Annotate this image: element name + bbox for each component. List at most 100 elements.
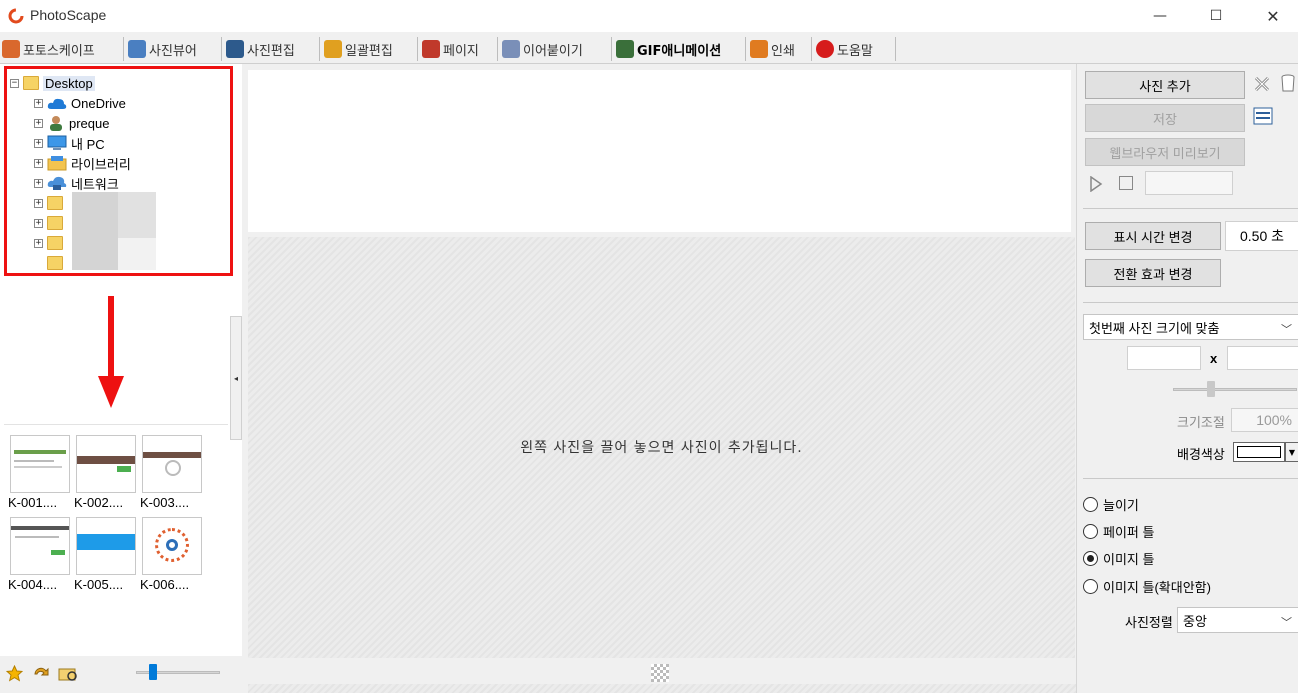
align-select[interactable]: 중앙 ﹀ [1177, 607, 1298, 633]
transparency-icon[interactable] [651, 664, 669, 682]
batch-icon [324, 40, 342, 58]
size-separator: x [1210, 351, 1218, 366]
drop-hint: 왼쪽 사진을 끌어 놓으면 사진이 추가됩니다. [520, 440, 803, 456]
expand-icon[interactable]: + [34, 218, 43, 228]
page-icon [422, 40, 440, 58]
thumbnail-size-slider-thumb[interactable] [149, 664, 157, 680]
change-display-time-button[interactable]: 표시 시간 변경 [1085, 222, 1221, 250]
expand-icon[interactable]: + [34, 178, 43, 188]
tree-item-onedrive[interactable]: + OneDrive [34, 94, 126, 112]
resize-slider[interactable] [1173, 388, 1297, 391]
resize-slider-thumb[interactable] [1207, 381, 1215, 397]
folder-tree[interactable]: − Desktop + OneDrive + preque + 내 PC + 라… [4, 68, 232, 278]
collapse-icon[interactable]: − [10, 78, 19, 88]
radio-image-frame-no-zoom[interactable]: 이미지 틀(확대안함) [1083, 577, 1211, 596]
tree-item-folder[interactable]: + [34, 214, 63, 232]
expand-icon[interactable]: + [34, 138, 43, 148]
photoscape-logo-icon [8, 8, 24, 24]
gif-icon [616, 40, 634, 58]
browser-preview-button[interactable]: 웹브라우저 미리보기 [1085, 138, 1245, 166]
thumbnail[interactable] [142, 517, 202, 575]
thumbnail-label: K-002.... [74, 495, 124, 510]
close-button[interactable]: ✕ [1250, 0, 1296, 32]
folder-open-icon[interactable] [58, 665, 78, 683]
tab-help[interactable]: 도움말 [814, 37, 896, 61]
computer-icon [47, 135, 67, 150]
right-panel: 사진 추가 저장 웹브라우저 미리보기 표시 시간 변경 0.50 초 전환 효… [1076, 64, 1298, 693]
tab-print[interactable]: 인쇄 [748, 37, 812, 61]
pane-collapse-handle[interactable]: ◂ [230, 316, 242, 440]
tree-item-folder[interactable]: + [34, 234, 63, 252]
tab-batch[interactable]: 일괄편집 [322, 37, 418, 61]
film-icon[interactable] [1253, 107, 1273, 125]
minimize-button[interactable]: — [1137, 0, 1183, 32]
save-button[interactable]: 저장 [1085, 104, 1245, 132]
tree-item-folder[interactable]: + [34, 194, 63, 212]
thumbnail[interactable] [76, 517, 136, 575]
tab-page[interactable]: 페이지 [420, 37, 498, 61]
viewer-icon [128, 40, 146, 58]
thumbnail[interactable] [10, 435, 70, 493]
window-title: PhotoScape [30, 7, 107, 23]
star-icon[interactable] [6, 665, 23, 682]
title-bar: PhotoScape — ☐ ✕ [0, 0, 1298, 32]
width-field[interactable] [1127, 346, 1201, 370]
trash-icon[interactable] [1279, 73, 1297, 93]
height-field[interactable] [1227, 346, 1298, 370]
expand-icon[interactable]: + [34, 158, 43, 168]
radio-image-frame[interactable]: 이미지 틀 [1083, 549, 1154, 568]
network-icon [47, 176, 67, 190]
display-time-field[interactable]: 0.50 초 [1225, 221, 1298, 251]
radio-paper-frame[interactable]: 페이퍼 틀 [1083, 522, 1154, 541]
user-icon [50, 116, 62, 131]
size-mode-select[interactable]: 첫번째 사진 크기에 맞춤 ﹀ [1083, 314, 1298, 340]
tab-editor[interactable]: 사진편집 [224, 37, 320, 61]
bg-color-swatch[interactable] [1233, 442, 1285, 462]
tree-item-library[interactable]: + 라이브러리 [34, 154, 131, 172]
tree-item-desktop[interactable]: − Desktop [10, 74, 95, 92]
folder-icon [47, 256, 63, 270]
radio-stretch[interactable]: 늘이기 [1083, 495, 1139, 514]
thumbnail[interactable] [76, 435, 136, 493]
cloud-icon [47, 98, 67, 109]
thumbnail-list[interactable]: K-001.... K-002.... K-003.... K-004.... … [4, 424, 228, 604]
tab-combine[interactable]: 이어붙이기 [500, 37, 612, 61]
chevron-down-icon: ﹀ [1281, 324, 1292, 336]
tab-gif[interactable]: GIF애니메이션 [614, 37, 746, 61]
thumbnail-label: K-001.... [8, 495, 58, 510]
tab-viewer[interactable]: 사진뷰어 [126, 37, 222, 61]
bg-color-label: 배경색상 [1177, 447, 1225, 462]
tree-item-folder[interactable] [34, 254, 63, 272]
bg-color-dropdown[interactable]: ▼ [1285, 442, 1298, 462]
thumbnail[interactable] [142, 435, 202, 493]
tree-item-network[interactable]: + 네트워크 [34, 174, 119, 192]
change-transition-button[interactable]: 전환 효과 변경 [1085, 259, 1221, 287]
left-pane: − Desktop + OneDrive + preque + 내 PC + 라… [0, 64, 242, 693]
expand-icon[interactable]: + [34, 118, 43, 128]
main-tabs: 포토스케이프 사진뷰어 사진편집 일괄편집 페이지 이어붙이기 GIF애니메이션… [0, 34, 1298, 64]
thumbnail-label: K-006.... [140, 577, 190, 592]
library-icon [47, 156, 67, 171]
expand-icon[interactable]: + [34, 198, 43, 208]
resize-label: 크기조절 [1177, 415, 1225, 430]
rotate-icon[interactable] [32, 665, 50, 683]
frame-indicator [1145, 171, 1233, 195]
folder-icon [47, 216, 63, 230]
expand-icon[interactable]: + [34, 238, 43, 248]
align-label: 사진정렬 [1125, 615, 1173, 630]
play-icon[interactable] [1089, 176, 1103, 192]
help-icon [816, 40, 834, 58]
tree-item-this-pc[interactable]: + 내 PC [34, 134, 105, 152]
add-photo-button[interactable]: 사진 추가 [1085, 71, 1245, 99]
resize-field[interactable]: 100% [1231, 408, 1298, 432]
drop-area[interactable]: 왼쪽 사진을 끌어 놓으면 사진이 추가됩니다. [248, 237, 1075, 658]
tab-photoscape[interactable]: 포토스케이프 [0, 37, 124, 61]
remove-icon[interactable] [1253, 75, 1271, 93]
expand-icon[interactable]: + [34, 98, 43, 108]
thumbnail[interactable] [10, 517, 70, 575]
maximize-button[interactable]: ☐ [1193, 0, 1239, 32]
stop-icon[interactable] [1119, 176, 1133, 190]
editor-icon [226, 40, 244, 58]
tree-item-user[interactable]: + preque [34, 114, 109, 132]
frame-strip[interactable] [248, 70, 1071, 232]
